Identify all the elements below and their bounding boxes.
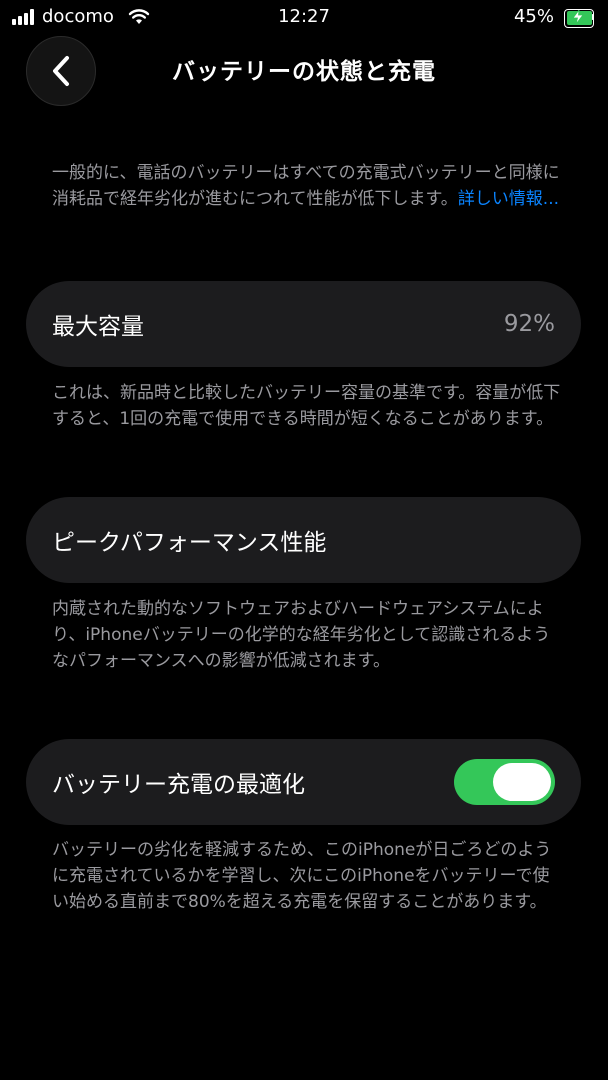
peak-performance-row[interactable]: ピークパフォーマンス性能 <box>26 497 581 583</box>
status-bar: docomo 12:27 45% <box>0 0 608 34</box>
peak-performance-description: 内蔵された動的なソフトウェアおよびハードウェアシステムにより、iPhoneバッテ… <box>52 599 551 671</box>
learn-more-link[interactable]: 詳しい情報... <box>458 189 559 209</box>
intro-description: 一般的に、電話のバッテリーはすべての充電式バッテリーと同様に消耗品で経年劣化が進… <box>52 160 562 212</box>
peak-performance-label: ピークパフォーマンス性能 <box>52 530 327 556</box>
optimized-charging-label: バッテリー充電の最適化 <box>52 772 305 798</box>
page-title: バッテリーの状態と充電 <box>172 59 436 85</box>
toggle-knob <box>493 763 551 801</box>
navigation-bar: バッテリーの状態と充電 <box>0 34 608 106</box>
optimized-charging-toggle[interactable] <box>454 759 555 805</box>
max-capacity-label: 最大容量 <box>52 314 144 340</box>
battery-percent: 45% <box>513 6 554 27</box>
max-capacity-description: これは、新品時と比較したバッテリー容量の基準です。容量が低下すると、1回の充電で… <box>52 383 561 429</box>
battery-charging-icon <box>564 8 594 28</box>
optimized-charging-description: バッテリーの劣化を軽減するため、このiPhoneが日ごろどのように充電されている… <box>52 840 552 912</box>
max-capacity-row: 最大容量 92% <box>26 281 581 367</box>
max-capacity-value: 92% <box>503 311 555 337</box>
status-right: 45% <box>513 6 594 28</box>
optimized-charging-row: バッテリー充電の最適化 <box>26 739 581 825</box>
